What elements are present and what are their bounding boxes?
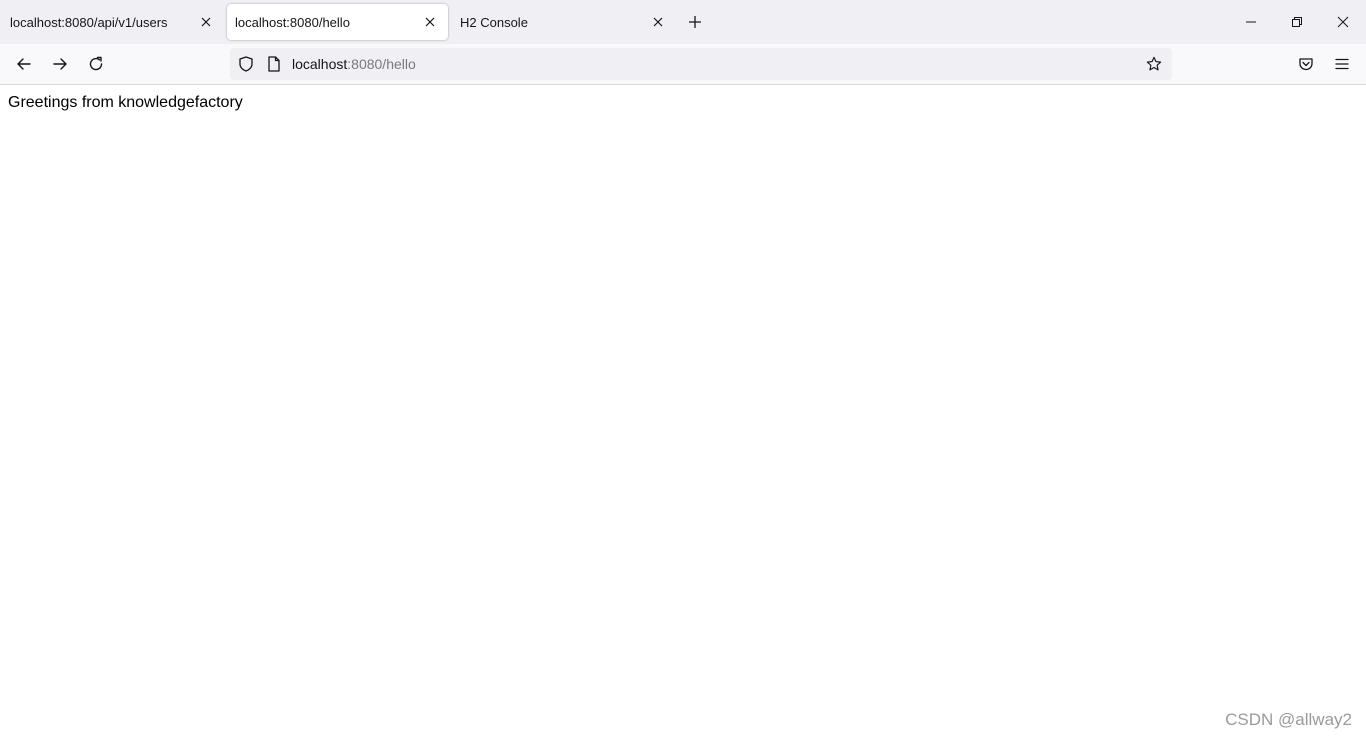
greeting-text: Greetings from knowledgefactory	[8, 94, 243, 111]
tab-h2-console[interactable]: H2 Console	[452, 4, 676, 40]
url-path: :8080/hello	[347, 56, 416, 72]
tab-label: localhost:8080/api/v1/users	[10, 15, 168, 30]
shield-icon[interactable]	[238, 56, 254, 72]
reload-icon[interactable]	[82, 50, 110, 78]
tab-hello[interactable]: localhost:8080/hello	[227, 4, 448, 40]
page-icon[interactable]	[266, 56, 282, 72]
plus-icon[interactable]	[683, 10, 707, 34]
arrow-left-icon[interactable]	[10, 50, 38, 78]
url-bar[interactable]: localhost:8080/hello	[230, 48, 1172, 80]
tab-label: localhost:8080/hello	[235, 15, 350, 30]
close-window-icon[interactable]	[1320, 0, 1366, 44]
nav-bar: localhost:8080/hello	[0, 44, 1366, 85]
tab-strip: localhost:8080/api/v1/users localhost:80…	[0, 0, 1366, 44]
watermark-text: CSDN @allway2	[1225, 710, 1352, 729]
arrow-right-icon[interactable]	[46, 50, 74, 78]
pocket-icon[interactable]	[1292, 50, 1320, 78]
tab-label: H2 Console	[460, 15, 528, 30]
minimize-icon[interactable]	[1228, 0, 1274, 44]
browser-window: localhost:8080/api/v1/users localhost:80…	[0, 0, 1366, 738]
star-icon[interactable]	[1146, 56, 1162, 72]
url-host: localhost	[292, 56, 348, 72]
close-icon[interactable]	[196, 12, 216, 32]
close-icon[interactable]	[648, 12, 668, 32]
restore-icon[interactable]	[1274, 0, 1320, 44]
page-content: Greetings from knowledgefactory	[8, 94, 243, 112]
tab-api-users[interactable]: localhost:8080/api/v1/users	[0, 4, 224, 40]
url-text[interactable]: localhost:8080/hello	[292, 56, 416, 72]
hamburger-menu-icon[interactable]	[1328, 50, 1356, 78]
close-icon[interactable]	[420, 12, 440, 32]
